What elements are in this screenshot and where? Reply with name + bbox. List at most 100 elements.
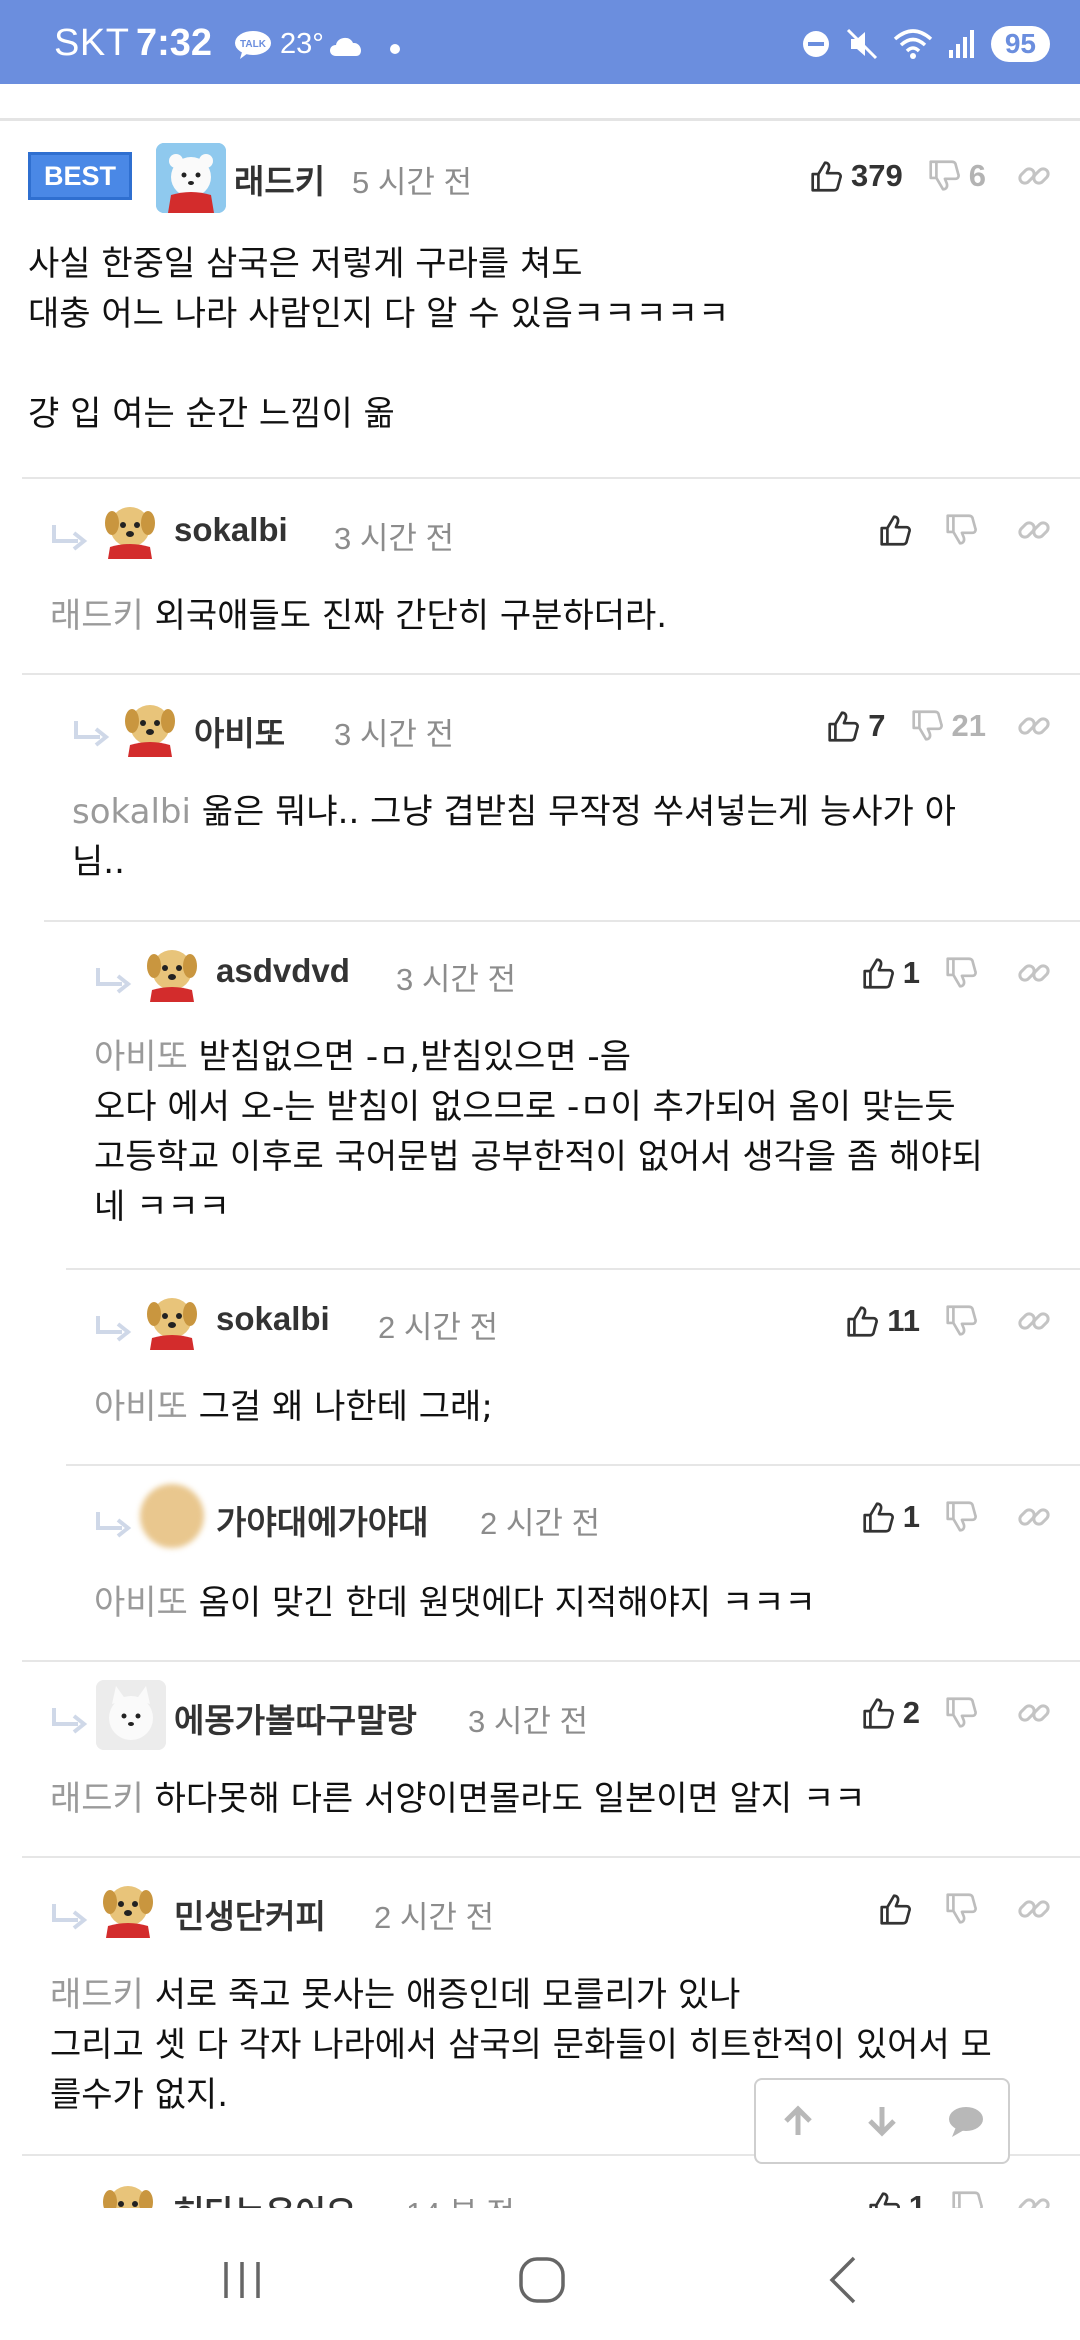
avatar[interactable] [156,143,226,213]
comment-text: 래드키 하다못해 다른 서양이면몰라도 일본이면 알지 ㅋㅋ [50,1774,1056,1824]
avatar[interactable] [96,1876,160,1940]
link-icon[interactable] [1016,1303,1052,1339]
comment-mention: 래드키 [50,1779,144,1819]
comment-author[interactable]: 가야대에가야대 [216,1496,429,1544]
thumbs-down-icon [942,1302,980,1340]
comment-author[interactable]: asdvdvd [216,952,350,990]
comment-text: 사실 한중일 삼국은 저렇게 구라를 쳐도 대충 어느 나라 사람인지 다 알 … [28,239,1056,439]
comment-author[interactable]: sokalbi [174,511,288,549]
avatar[interactable] [118,695,182,759]
link-icon[interactable] [1016,708,1052,744]
carrier-label: SKT [54,22,130,64]
comment-time: 3 시간 전 [396,962,517,997]
thumbs-up-icon [807,157,845,195]
comment-actions: 1 [843,2182,1052,2210]
status-bar: SKT 7:32 TALK 23° 95 [0,0,1080,84]
avatar[interactable] [96,2176,160,2210]
avatar[interactable] [96,1680,166,1750]
comment-author[interactable]: 허다누우어요 [174,2186,356,2210]
link-icon[interactable] [1016,158,1052,194]
dislike-button[interactable] [948,2188,986,2210]
comment-author[interactable]: 에몽가볼따구말랑 [174,1694,417,1742]
reply-arrow-icon [70,717,110,751]
clock: 7:32 [136,22,213,64]
thumbs-down-icon [942,1498,980,1536]
dislike-button[interactable] [942,511,986,549]
comment-author[interactable]: 아비또 [194,707,285,755]
thumbs-up-icon [876,1890,914,1928]
comment-time: 3 시간 전 [468,1704,589,1739]
link-icon[interactable] [1016,1695,1052,1731]
dislike-button[interactable]: 21 [908,707,986,745]
comment-actions: 2 [837,1688,1052,1738]
comment-text: 아비또 받침없으면 -ㅁ,받침있으면 -음 오다 에서 오-는 받침이 없으므로… [94,1032,1056,1232]
dislike-button[interactable] [942,1694,986,1732]
like-count: 1 [908,2189,926,2210]
dislike-button[interactable] [942,1890,986,1928]
like-count: 1 [902,1499,920,1534]
comment-item: 에몽가볼따구말랑 3 시간 전 2 래드키 하다못해 다른 서양이면몰라도 일본… [22,1660,1080,1856]
comment-actions: 1 [837,948,1052,998]
comment-body: 외국애들도 진짜 간단히 구분하더라. [154,596,668,636]
thumbs-up-icon [865,2188,903,2210]
home-button[interactable] [512,2250,572,2310]
like-button[interactable]: 1 [865,2188,926,2210]
like-button[interactable] [876,1890,920,1928]
comment-time: 2 시간 전 [374,1900,495,1935]
comment-actions [854,1884,1052,1934]
dislike-count: 21 [951,708,986,743]
avatar[interactable] [140,940,204,1004]
like-count: 2 [902,1695,920,1730]
reply-arrow-icon [48,1900,88,1934]
link-icon[interactable] [1016,1499,1052,1535]
dislike-button[interactable] [942,1498,986,1536]
like-button[interactable]: 2 [859,1694,920,1732]
comment-bubble-button[interactable] [946,2101,986,2141]
like-count: 7 [868,708,886,743]
like-count: 1 [902,955,920,990]
comment-time: 3 시간 전 [334,717,455,752]
like-button[interactable]: 1 [859,1498,920,1536]
comment-body: 받침없으면 -ㅁ,받침있으면 -음 오다 에서 오-는 받침이 없으므로 -ㅁ이… [94,1037,983,1227]
comment-actions: 7 21 [802,701,1052,751]
comment-item: 아비또 3 시간 전 7 21 sokalbi 옮은 뭐냐.. 그냥 겹받침 무… [22,673,1080,920]
dislike-button[interactable] [942,1302,986,1340]
comment-actions [854,505,1052,555]
like-button[interactable]: 1 [859,954,920,992]
thumbs-down-icon [942,1694,980,1732]
avatar[interactable] [140,1484,204,1548]
floating-scroll-nav [754,2078,1010,2164]
comment-author[interactable]: sokalbi [216,1300,330,1338]
status-icons: 95 [801,24,1050,64]
reply-arrow-icon [48,521,88,555]
back-button[interactable] [816,2250,876,2310]
like-button[interactable] [876,511,920,549]
link-icon[interactable] [1016,1891,1052,1927]
comment-mention: 아비또 [94,1583,188,1623]
scroll-up-button[interactable] [778,2101,818,2141]
like-button[interactable]: 379 [807,157,903,195]
dislike-button[interactable]: 6 [925,157,986,195]
comment-text: sokalbi 옮은 뭐냐.. 그냥 겹받침 무작정 쑤셔넣는게 능사가 아 님… [72,787,1056,887]
link-icon[interactable] [1016,955,1052,991]
avatar[interactable] [140,1288,204,1352]
comment-item: 가야대에가야대 2 시간 전 1 아비또 옴이 맞긴 한데 원댓에다 지적해야지… [66,1464,1080,1660]
link-icon[interactable] [1016,512,1052,548]
best-badge: BEST [28,152,132,200]
comment-mention: 아비또 [94,1037,188,1077]
comment-author[interactable]: 민생단커피 [174,1890,326,1938]
wifi-icon [893,29,933,59]
reply-arrow-icon [92,964,132,998]
recent-apps-button[interactable] [212,2250,272,2310]
avatar[interactable] [98,497,162,561]
scroll-down-button[interactable] [862,2101,902,2141]
comment-text: 아비또 옴이 맞긴 한데 원댓에다 지적해야지 ㅋㅋㅋ [94,1578,1056,1628]
comment-body: 그걸 왜 나한테 그래; [198,1387,493,1427]
thumbs-up-icon [859,1498,897,1536]
comment-body: 옴이 맞긴 한데 원댓에다 지적해야지 ㅋㅋㅋ [198,1583,816,1623]
like-button[interactable]: 11 [843,1302,920,1340]
comment-author[interactable]: 래드키 [234,155,325,203]
dislike-button[interactable] [942,954,986,992]
like-button[interactable]: 7 [824,707,886,745]
link-icon[interactable] [1016,2189,1052,2210]
